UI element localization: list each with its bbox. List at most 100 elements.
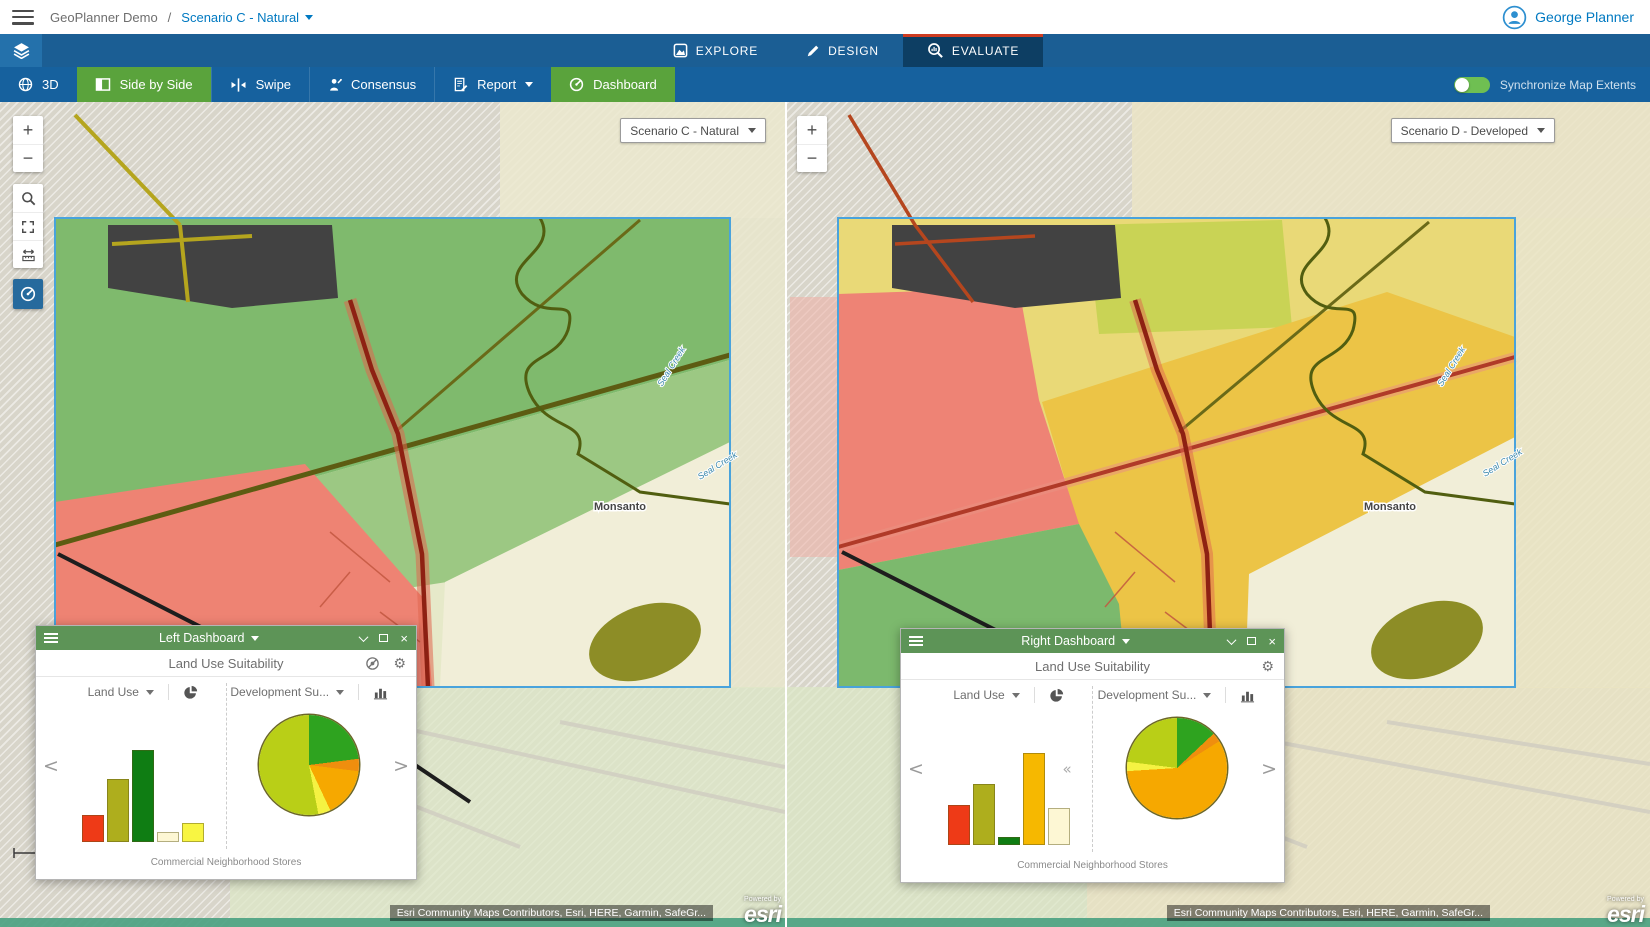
- right-dashboard-charts: < Land Use «: [901, 680, 1284, 858]
- gauge-icon: [20, 286, 36, 302]
- app-title: GeoPlanner Demo: [50, 10, 158, 25]
- measure-button[interactable]: [13, 240, 43, 268]
- chevron-down-icon: [305, 15, 313, 20]
- bar-segment: [107, 779, 129, 842]
- chevron-down-icon: [146, 690, 154, 695]
- next-category-button[interactable]: >: [393, 755, 409, 777]
- search-button[interactable]: [13, 184, 43, 212]
- gear-icon[interactable]: ⚙: [393, 656, 406, 670]
- tab-evaluate-label: EVALUATE: [952, 44, 1019, 58]
- main-menu-icon[interactable]: [12, 10, 34, 25]
- bar-segment: [1023, 753, 1045, 845]
- side-by-side-button[interactable]: Side by Side: [77, 67, 211, 102]
- scenario-selector-left[interactable]: Scenario C - Natural: [620, 118, 766, 143]
- dashboard-tool-button[interactable]: [13, 279, 43, 309]
- widget-title-row: Land Use Suitability ⚙: [901, 653, 1284, 680]
- bar-segment: [132, 750, 154, 842]
- full-extent-button[interactable]: [13, 212, 43, 240]
- mode-tabs: EXPLORE DESIGN EVALUATE: [649, 34, 1043, 67]
- scenario-breadcrumb-menu[interactable]: Scenario C - Natural: [181, 10, 313, 25]
- pencil-icon: [806, 44, 820, 58]
- zoom-out-button[interactable]: −: [797, 144, 827, 172]
- sync-extents-toggle[interactable]: [1454, 77, 1490, 93]
- chevron-down-icon: [336, 690, 344, 695]
- chevron-down-icon: [525, 82, 533, 87]
- report-label: Report: [477, 77, 516, 92]
- bar-segment: [157, 832, 179, 842]
- contents-panel-button[interactable]: [0, 34, 42, 67]
- search-icon: [21, 191, 36, 206]
- chart-field-selector[interactable]: Land Use: [953, 680, 1063, 710]
- swipe-button[interactable]: Swipe: [211, 67, 309, 102]
- chevron-down-icon: [1122, 639, 1130, 644]
- right-dashboard-panel: Right Dashboard × Land Use Suitability ⚙…: [900, 628, 1285, 883]
- chevron-down-icon: [1537, 128, 1545, 133]
- dashboard-window-controls: ×: [360, 632, 408, 645]
- chart-category-label: Commercial Neighborhood Stores: [36, 855, 416, 879]
- gear-icon[interactable]: ⚙: [1261, 659, 1274, 673]
- report-document-icon: [453, 77, 468, 92]
- prev-category-button[interactable]: <: [43, 755, 59, 777]
- chevron-down-icon: [748, 128, 756, 133]
- tab-explore[interactable]: EXPLORE: [649, 34, 782, 67]
- user-menu[interactable]: George Planner: [1502, 5, 1634, 30]
- side-by-side-label: Side by Side: [120, 77, 193, 92]
- chart-field-selector[interactable]: Land Use: [88, 677, 198, 707]
- scenario-selector-left-label: Scenario C - Natural: [630, 124, 739, 138]
- esri-logo-text: esri: [1607, 903, 1644, 926]
- left-dashboard-panel: Left Dashboard × Land Use Suitability: [35, 625, 417, 880]
- tab-evaluate[interactable]: EVALUATE: [903, 34, 1043, 67]
- dashboard-title-menu[interactable]: Right Dashboard: [923, 634, 1228, 648]
- zoom-control-right: + −: [797, 116, 827, 172]
- pie-chart-card: Development Su...: [227, 677, 393, 855]
- report-button[interactable]: Report: [434, 67, 551, 102]
- dashboard-title-menu[interactable]: Left Dashboard: [58, 631, 360, 645]
- bar-chart-icon[interactable]: [1240, 688, 1255, 703]
- zoom-in-button[interactable]: +: [797, 116, 827, 144]
- esri-logo-text: esri: [744, 903, 781, 926]
- maximize-icon[interactable]: [1247, 637, 1256, 645]
- close-icon[interactable]: ×: [1268, 635, 1276, 648]
- collapse-icon[interactable]: [1227, 635, 1237, 645]
- measure-icon: [21, 248, 36, 262]
- consensus-button[interactable]: Consensus: [309, 67, 434, 102]
- 3d-label: 3D: [42, 77, 59, 92]
- top-header: GeoPlanner Demo / Scenario C - Natural G…: [0, 0, 1650, 34]
- visibility-off-icon[interactable]: [365, 656, 380, 671]
- prev-category-button[interactable]: <: [908, 758, 924, 780]
- chart-field-label: Land Use: [88, 685, 139, 699]
- pie-chart-icon[interactable]: [183, 685, 198, 700]
- zoom-in-button[interactable]: +: [13, 116, 43, 144]
- widget-title-row: Land Use Suitability ⚙: [36, 650, 416, 677]
- maximize-icon[interactable]: [379, 634, 388, 642]
- zoom-out-button[interactable]: −: [13, 144, 43, 172]
- collapse-charts-button[interactable]: «: [1063, 760, 1072, 778]
- dashboard-menu-icon[interactable]: [909, 636, 923, 646]
- globe-icon: [18, 77, 33, 92]
- collapse-icon[interactable]: [359, 632, 369, 642]
- swipe-label: Swipe: [256, 77, 291, 92]
- sync-extents-label: Synchronize Map Extents: [1500, 78, 1636, 92]
- place-label: Monsanto: [594, 501, 646, 513]
- development-suitability-pie-chart: [259, 715, 359, 815]
- chevron-down-icon: [251, 636, 259, 641]
- right-dashboard-header[interactable]: Right Dashboard ×: [901, 629, 1284, 653]
- 3d-button[interactable]: 3D: [0, 67, 77, 102]
- chart-field-selector[interactable]: Development Su...: [1098, 680, 1256, 710]
- dashboard-button[interactable]: Dashboard: [551, 67, 675, 102]
- map-tools-left: [13, 184, 43, 268]
- divider: [1034, 687, 1035, 703]
- dashboard-label: Dashboard: [593, 77, 657, 92]
- pie-chart-icon[interactable]: [1049, 688, 1064, 703]
- left-dashboard-header[interactable]: Left Dashboard ×: [36, 626, 416, 650]
- tab-design[interactable]: DESIGN: [782, 34, 903, 67]
- dashboard-menu-icon[interactable]: [44, 633, 58, 643]
- chart-field-selector[interactable]: Development Su...: [230, 677, 388, 707]
- tab-design-label: DESIGN: [828, 44, 879, 58]
- bar-chart-icon[interactable]: [373, 685, 388, 700]
- scenario-selector-right[interactable]: Scenario D - Developed: [1391, 118, 1555, 143]
- divider: [168, 684, 169, 700]
- tab-explore-label: EXPLORE: [696, 44, 758, 58]
- next-category-button[interactable]: >: [1261, 758, 1277, 780]
- close-icon[interactable]: ×: [400, 632, 408, 645]
